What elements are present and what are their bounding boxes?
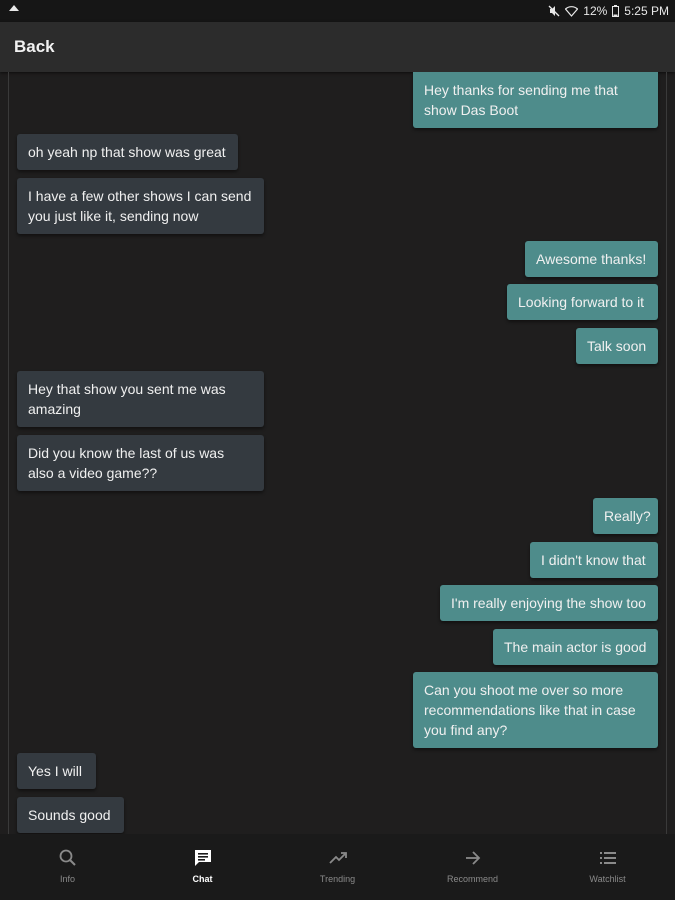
message-outgoing: Hey thanks for sending me that show Das … bbox=[413, 72, 658, 128]
clock: 5:25 PM bbox=[624, 4, 669, 18]
message-outgoing: I'm really enjoying the show too bbox=[440, 585, 658, 621]
nav-trending-label: Trending bbox=[319, 874, 356, 884]
trending-up-icon bbox=[328, 852, 347, 864]
nav-chat[interactable]: Chat bbox=[135, 834, 270, 900]
message-incoming: Did you know the last of us was also a v… bbox=[17, 435, 264, 491]
message-incoming: I have a few other shows I can send you … bbox=[17, 178, 264, 234]
message-incoming: oh yeah np that show was great bbox=[17, 134, 238, 170]
nav-watchlist[interactable]: Watchlist bbox=[540, 834, 675, 900]
arrow-forward-icon bbox=[465, 851, 480, 865]
message-outgoing: I didn't know that bbox=[530, 542, 658, 578]
message-incoming: Sounds good bbox=[17, 797, 124, 833]
mute-icon bbox=[548, 5, 560, 17]
list-icon bbox=[599, 852, 616, 864]
nav-watchlist-label: Watchlist bbox=[589, 874, 626, 884]
message-incoming: Yes I will bbox=[17, 753, 96, 789]
battery-icon bbox=[612, 5, 620, 17]
message-outgoing: The main actor is good bbox=[493, 629, 658, 665]
nav-info[interactable]: Info bbox=[0, 834, 135, 900]
nav-recommend[interactable]: Recommend bbox=[405, 834, 540, 900]
wifi-icon bbox=[565, 5, 579, 17]
nav-recommend-label: Recommend bbox=[446, 874, 499, 884]
nav-trending[interactable]: Trending bbox=[270, 834, 405, 900]
battery-percent: 12% bbox=[583, 4, 608, 18]
status-bar: 12% 5:25 PM bbox=[0, 0, 675, 22]
nav-info-label: Info bbox=[59, 874, 75, 884]
chat-icon bbox=[194, 850, 211, 866]
search-icon bbox=[59, 849, 76, 866]
message-outgoing: Really? bbox=[593, 498, 658, 534]
message-outgoing: Looking forward to it bbox=[507, 284, 658, 320]
message-outgoing: Awesome thanks! bbox=[525, 241, 658, 277]
nav-chat-label: Chat bbox=[192, 874, 213, 884]
notification-icon bbox=[9, 5, 19, 11]
message-outgoing: Can you shoot me over so more recommenda… bbox=[413, 672, 658, 748]
message-incoming: Hey that show you sent me was amazing bbox=[17, 371, 264, 427]
bottom-navigation: Info Chat Trending Recommend Watchlist bbox=[0, 834, 675, 900]
app-bar: Back bbox=[0, 22, 675, 72]
message-outgoing: Talk soon bbox=[576, 328, 658, 364]
chat-messages[interactable]: Hey thanks for sending me that show Das … bbox=[0, 72, 675, 834]
back-button[interactable]: Back bbox=[14, 37, 55, 57]
